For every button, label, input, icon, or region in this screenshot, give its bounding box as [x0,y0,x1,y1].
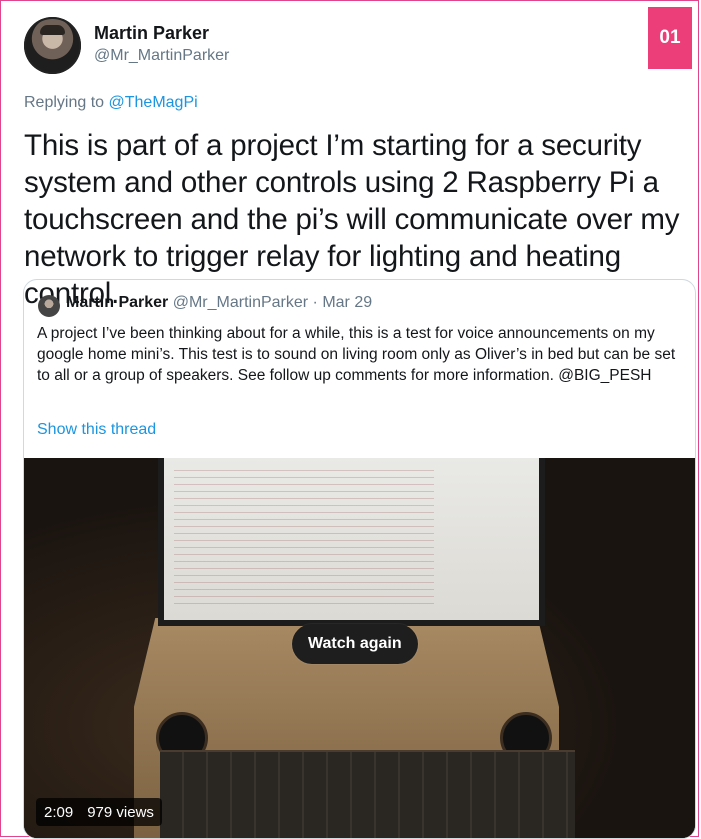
tweet-card: 01 Martin Parker @Mr_MartinParker Replyi… [0,0,699,839]
replying-prefix: Replying to [24,94,109,111]
watch-again-button[interactable]: Watch again [292,624,418,664]
quoted-author-handle[interactable]: @Mr_MartinParker [173,294,308,311]
video-stats: 2:09 979 views [36,798,162,826]
video-views: 979 views [87,803,154,821]
figure-number-badge: 01 [648,7,692,69]
quoted-tweet[interactable]: Martin Parker @Mr_MartinParker · Mar 29 … [23,279,696,839]
author-handle[interactable]: @Mr_MartinParker [94,47,229,65]
replying-to-link[interactable]: @TheMagPi [109,94,198,111]
video-duration: 2:09 [44,803,74,821]
video-player[interactable]: Watch again 2:09 979 views [24,458,695,838]
quoted-avatar[interactable] [38,295,60,317]
author-name[interactable]: Martin Parker [94,23,209,44]
touchscreen [158,458,545,626]
show-thread-link[interactable]: Show this thread [37,421,156,439]
quoted-text: A project I’ve been thinking about for a… [37,325,676,384]
avatar[interactable] [24,17,81,74]
quoted-date[interactable]: · Mar 29 [313,294,373,311]
keyboard [160,750,575,838]
quoted-header: Martin Parker @Mr_MartinParker · Mar 29 [66,294,372,312]
replying-to: Replying to @TheMagPi [24,94,198,112]
quoted-author-name[interactable]: Martin Parker [66,294,168,311]
